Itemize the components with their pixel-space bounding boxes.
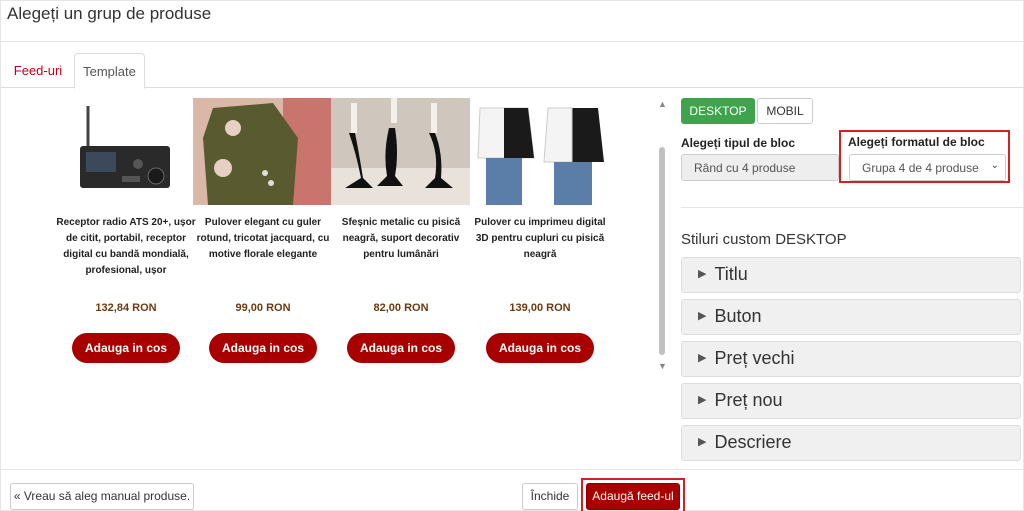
product-name[interactable]: Receptor radio ATS 20+, ușor de citit, p… [56, 215, 196, 279]
preview-scrollbar[interactable]: ▲ ▼ [656, 99, 668, 371]
accordion-label: Preț nou [714, 390, 783, 410]
accordion-title[interactable]: ▶ Titlu [681, 257, 1021, 293]
custom-styles-title: Stiluri custom DESKTOP [681, 231, 847, 248]
scrollbar-thumb[interactable] [659, 147, 665, 355]
product-name[interactable]: Sfeșnic metalic cu pisică neagră, suport… [331, 215, 471, 263]
add-feed-button[interactable]: Adaugă feed-ul [586, 483, 680, 510]
block-format-label: Alegeți formatul de bloc [848, 135, 985, 149]
desktop-toggle-button[interactable]: DESKTOP [681, 98, 755, 124]
accordion-old-price[interactable]: ▶ Preț vechi [681, 341, 1021, 377]
accordion-new-price[interactable]: ▶ Preț nou [681, 383, 1021, 419]
modal-title: Alegeți un grup de produse [7, 4, 212, 23]
close-button[interactable]: Închide [522, 483, 578, 510]
accordion-label: Descriere [714, 432, 792, 452]
product-name[interactable]: Pulover cu imprimeu digital 3D pentru cu… [470, 215, 610, 263]
block-format-select[interactable]: Grupa 4 de 4 produse ⌄ [849, 154, 1006, 181]
tab-feeds[interactable]: Feed-uri [7, 53, 69, 88]
add-to-cart-button[interactable]: Adauga in cos [347, 333, 455, 363]
accordion-label: Titlu [714, 264, 748, 284]
chevron-down-icon: ⌄ [990, 160, 999, 171]
manual-select-button[interactable]: « Vreau să aleg manual produse. [10, 483, 194, 510]
product-name[interactable]: Pulover elegant cu guler rotund, tricota… [193, 215, 333, 263]
accordion-label: Buton [714, 306, 762, 326]
product-card: Sfeșnic metalic cu pisică neagră, suport… [331, 98, 471, 363]
tab-template[interactable]: Template [74, 53, 145, 89]
add-to-cart-button[interactable]: Adauga in cos [486, 333, 594, 363]
product-card: Receptor radio ATS 20+, ușor de citit, p… [56, 98, 196, 363]
block-type-value: Rând cu 4 produse [694, 161, 796, 175]
block-type-label: Alegeți tipul de bloc [681, 136, 796, 150]
cat-candlestick-image [331, 98, 471, 205]
caret-right-icon: ▶ [698, 310, 707, 322]
product-group-modal: Alegeți un grup de produse Feed-uri Temp… [0, 0, 1024, 511]
accordion-description[interactable]: ▶ Descriere [681, 425, 1021, 461]
product-price: 132,84 RON [95, 302, 157, 314]
block-type-select[interactable]: Rând cu 4 produse [681, 154, 839, 181]
product-price: 99,00 RON [235, 302, 291, 314]
product-card: Pulover cu imprimeu digital 3D pentru cu… [470, 98, 610, 363]
tab-bar: Feed-uri Template [1, 53, 1024, 89]
product-price: 139,00 RON [509, 302, 571, 314]
couple-hoodies-image [470, 98, 610, 205]
caret-right-icon: ▶ [698, 352, 707, 364]
add-to-cart-button[interactable]: Adauga in cos [209, 333, 317, 363]
mobile-toggle-button[interactable]: MOBIL [757, 98, 813, 124]
product-price: 82,00 RON [373, 302, 429, 314]
green-sweater-image [193, 98, 333, 205]
product-card: Pulover elegant cu guler rotund, tricota… [193, 98, 333, 363]
add-to-cart-button[interactable]: Adauga in cos [72, 333, 180, 363]
caret-right-icon: ▶ [698, 436, 707, 448]
modal-footer: « Vreau să aleg manual produse. Închide … [1, 469, 1024, 511]
accordion-label: Preț vechi [714, 348, 795, 368]
scroll-down-arrow-icon[interactable]: ▼ [658, 361, 667, 371]
block-format-value: Grupa 4 de 4 produse [862, 161, 979, 175]
accordion-button[interactable]: ▶ Buton [681, 299, 1021, 335]
divider [681, 207, 1024, 208]
product-preview: Receptor radio ATS 20+, ușor de citit, p… [1, 91, 671, 471]
caret-right-icon: ▶ [698, 394, 707, 406]
caret-right-icon: ▶ [698, 268, 707, 280]
settings-panel: DESKTOP MOBIL Alegeți tipul de bloc Rând… [681, 98, 1024, 468]
radio-receiver-image [56, 98, 196, 205]
scroll-up-arrow-icon[interactable]: ▲ [658, 99, 667, 109]
modal-header: Alegeți un grup de produse [1, 1, 1024, 42]
